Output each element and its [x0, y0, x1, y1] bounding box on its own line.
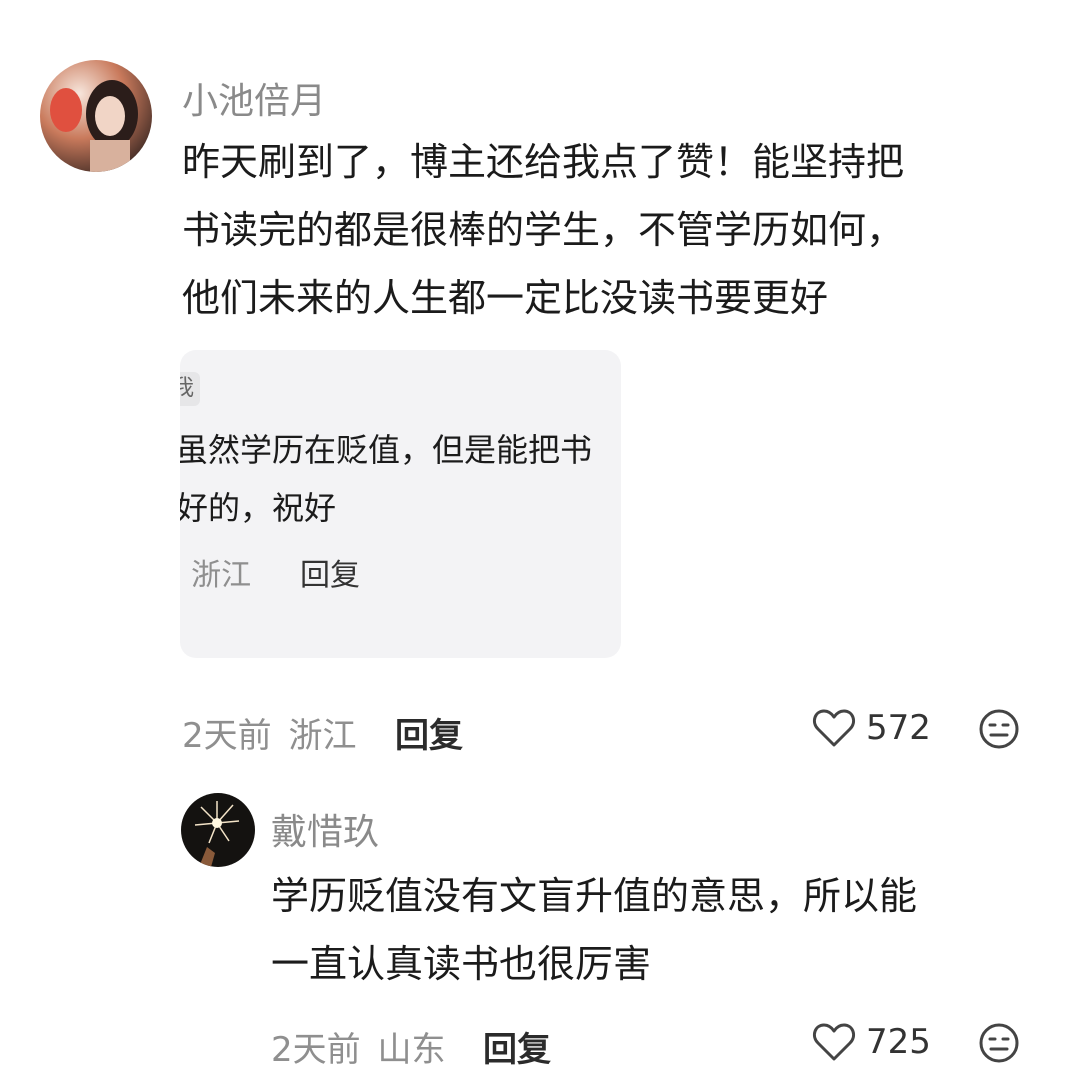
comment-line: 书读完的都是很棒的学生，不管学历如何，	[182, 208, 905, 252]
attached-image[interactable]: 我 虽然学历在贬值，但是能把书 好的，祝好 · 浙江 回复	[180, 350, 621, 658]
neutral-face-icon[interactable]	[978, 1022, 1020, 1064]
avatar[interactable]	[40, 60, 152, 172]
comment-line: 学历贬值没有文盲升值的意思，所以能	[271, 874, 918, 918]
comment-time: 2天前	[182, 716, 272, 756]
card-location: · 浙江	[180, 558, 252, 593]
avatar[interactable]	[181, 793, 255, 867]
comment-location: 山东	[377, 1030, 446, 1070]
card-tag: 我	[180, 372, 201, 406]
reply-button[interactable]: 回复	[483, 1022, 551, 1071]
comment-line: 他们未来的人生都一定比没读书要更好	[182, 276, 829, 320]
comment-text: 昨天刷到了，博主还给我点了赞！能坚持把 书读完的都是很棒的学生，不管学历如何， …	[182, 128, 1042, 332]
comment-meta: 2天前 浙江	[182, 708, 356, 757]
comment-line: 昨天刷到了，博主还给我点了赞！能坚持把	[182, 140, 905, 184]
comment-meta: 2天前 山东	[271, 1022, 445, 1071]
card-line: 好的，祝好	[180, 489, 337, 527]
card-reply: 回复	[300, 558, 360, 593]
username[interactable]: 戴惜玖	[271, 803, 379, 855]
comment-time: 2天前	[271, 1030, 361, 1070]
comment-text: 学历贬值没有文盲升值的意思，所以能 一直认真读书也很厉害	[271, 862, 1051, 998]
reply-button[interactable]: 回复	[395, 708, 463, 757]
heart-outline-icon[interactable]	[812, 1022, 856, 1062]
card-line: 虽然学历在贬值，但是能把书	[180, 431, 593, 469]
username[interactable]: 小池倍月	[182, 72, 326, 124]
comment-line: 一直认真读书也很厉害	[271, 942, 652, 986]
heart-outline-icon[interactable]	[812, 708, 856, 748]
like-count: 725	[866, 1022, 931, 1062]
comment-location: 浙江	[288, 716, 357, 756]
neutral-face-icon[interactable]	[978, 708, 1020, 750]
like-count: 572	[866, 708, 931, 748]
